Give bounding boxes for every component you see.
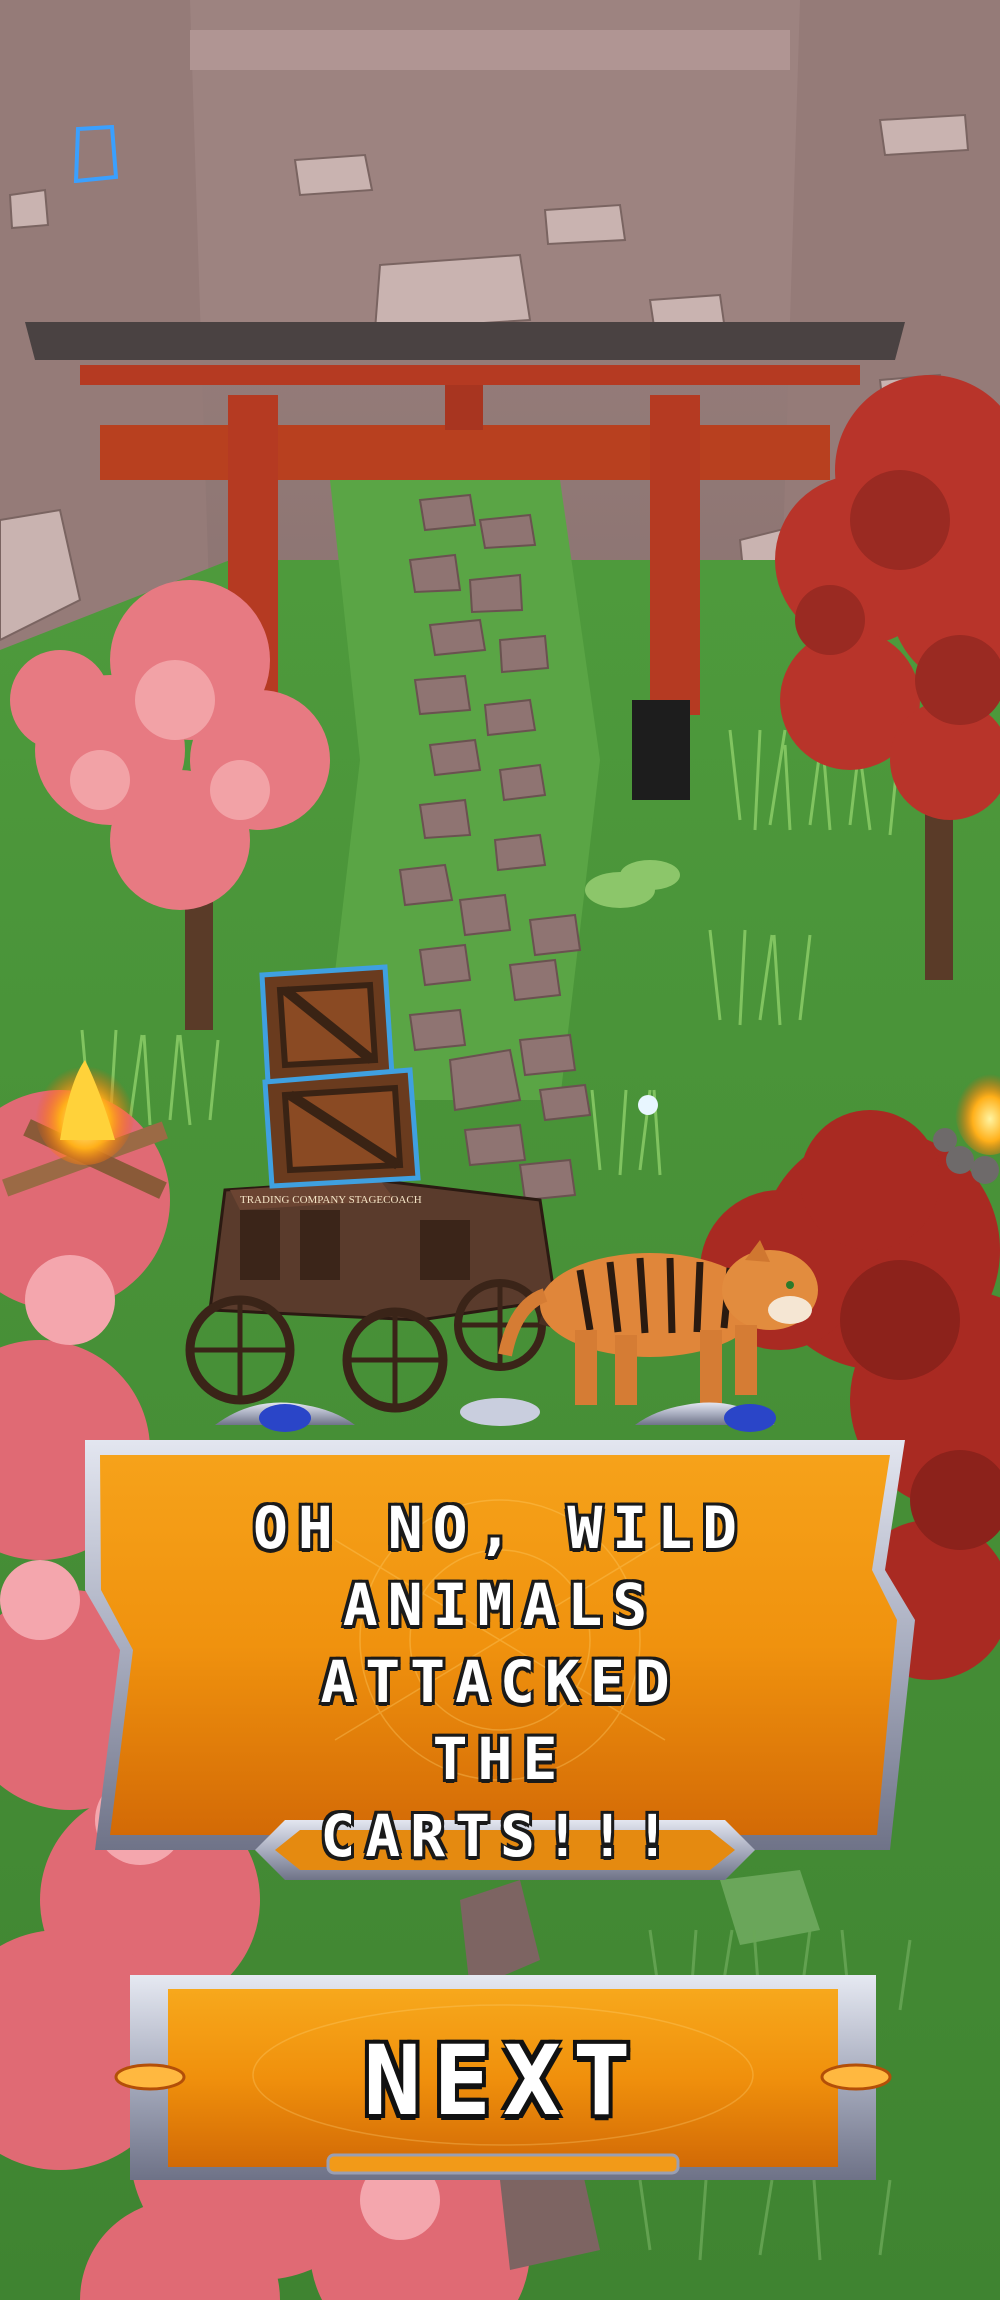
game-scene: TRADING COMPANY STAGECOACH xyxy=(0,0,1000,2300)
dialog-panel: Oh no, wild animals attacked the carts!!… xyxy=(85,1390,915,1880)
next-button[interactable]: Next xyxy=(108,1975,898,2180)
hexagon-outline-icon[interactable] xyxy=(72,125,118,183)
white-flower xyxy=(638,1095,658,1115)
dialog-message: Oh no, wild animals attacked the carts!!… xyxy=(252,1494,748,1870)
stagecoach-sign: TRADING COMPANY STAGECOACH xyxy=(240,1194,422,1206)
next-button-label: Next xyxy=(363,2025,643,2137)
